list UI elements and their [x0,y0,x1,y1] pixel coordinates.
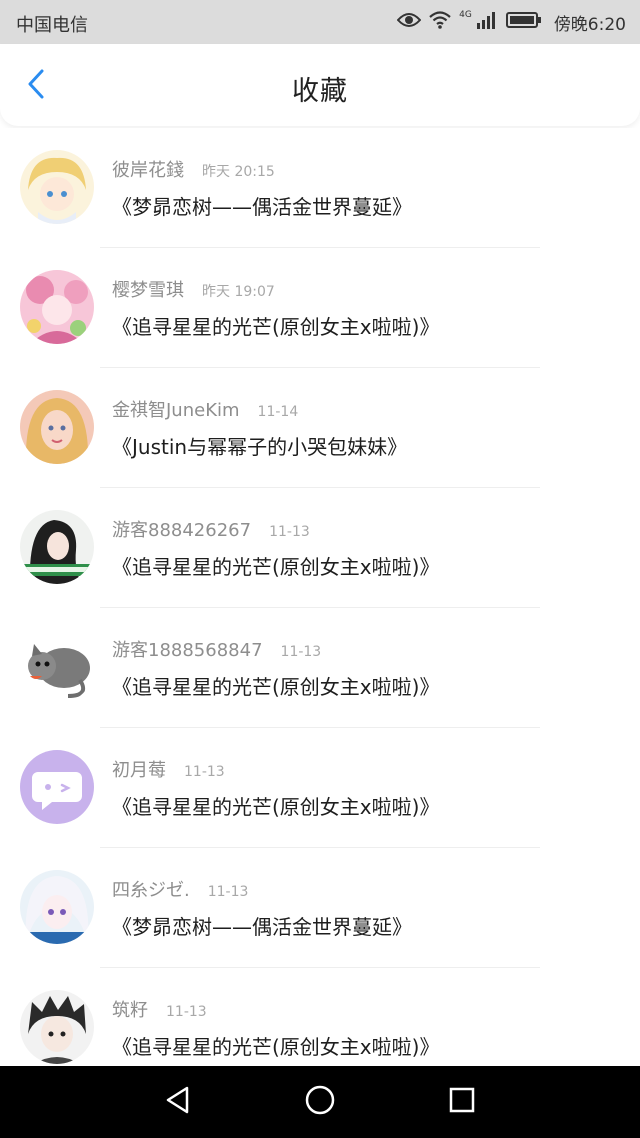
eye-icon [396,12,422,32]
user-name: 樱梦雪琪 [112,280,184,301]
user-name: 初月莓 [112,760,166,781]
navigation-bar [0,1066,640,1138]
item-meta: 筑籽 11-13 [112,996,207,1022]
item-meta: 四糸ジゼ. 11-13 [112,876,248,902]
item-meta: 游客888426267 11-13 [112,516,310,542]
list-item[interactable]: 彼岸花錢 昨天 20:15 《梦昴恋树——偶活金世界蔓延》 [0,128,640,248]
timestamp: 11-13 [207,884,249,900]
list-item[interactable]: 金祺智JuneKim 11-14 《Justin与幂幂子的小哭包妹妹》 [0,368,640,488]
wifi-icon [429,11,451,33]
timestamp: 昨天 20:15 [202,164,275,180]
list-item[interactable]: 筑籽 11-13 《追寻星星的光芒(原创女主x啦啦)》 [0,968,640,1066]
list-item[interactable]: 游客1888568847 11-13 《追寻星星的光芒(原创女主x啦啦)》 [0,608,640,728]
back-triangle-icon [163,1085,193,1119]
avatar [20,510,94,584]
signal-icon [476,11,498,33]
header: 收藏 [0,44,640,126]
user-name: 筑籽 [112,1000,148,1021]
recents-square-icon [448,1086,476,1118]
list-item[interactable]: 四糸ジゼ. 11-13 《梦昴恋树——偶活金世界蔓延》 [0,848,640,968]
avatar [20,750,94,824]
timestamp: 11-14 [257,404,299,420]
user-name: 游客888426267 [112,520,252,541]
nav-back-button[interactable] [158,1082,198,1122]
item-meta: 游客1888568847 11-13 [112,636,321,662]
item-meta: 金祺智JuneKim 11-14 [112,396,298,422]
list-item[interactable]: 游客888426267 11-13 《追寻星星的光芒(原创女主x啦啦)》 [0,488,640,608]
timestamp: 11-13 [166,1004,207,1020]
page-title: 收藏 [292,76,348,107]
timestamp: 昨天 19:07 [202,284,275,300]
book-title: 《追寻星星的光芒(原创女主x啦啦)》 [112,795,440,819]
user-name: 彼岸花錢 [112,160,184,181]
item-meta: 樱梦雪琪 昨天 19:07 [112,276,275,302]
item-meta: 彼岸花錢 昨天 20:15 [112,156,275,182]
book-title: 《梦昴恋树——偶活金世界蔓延》 [112,915,412,939]
item-meta: 初月莓 11-13 [112,756,225,782]
nav-home-button[interactable] [300,1082,340,1122]
status-icons: 4G 傍晚6:20 [396,8,626,36]
list-item[interactable]: 樱梦雪琪 昨天 19:07 《追寻星星的光芒(原创女主x啦啦)》 [0,248,640,368]
carrier-label: 中国电信 [16,15,88,36]
avatar [20,150,94,224]
avatar [20,270,94,344]
book-title: 《梦昴恋树——偶活金世界蔓延》 [112,195,412,219]
nav-recents-button[interactable] [442,1082,482,1122]
timestamp: 11-13 [269,524,310,540]
avatar [20,630,94,704]
avatar [20,870,94,944]
book-title: 《追寻星星的光芒(原创女主x啦啦)》 [112,1035,440,1059]
avatar [20,390,94,464]
network-type: 4G [459,10,472,20]
home-circle-icon [304,1084,336,1120]
book-title: 《追寻星星的光芒(原创女主x啦啦)》 [112,315,440,339]
book-title: 《追寻星星的光芒(原创女主x啦啦)》 [112,675,440,699]
timestamp: 11-13 [280,644,322,660]
battery-icon [505,11,542,33]
user-name: 游客1888568847 [112,640,263,661]
user-name: 金祺智JuneKim [112,400,240,421]
book-title: 《Justin与幂幂子的小哭包妹妹》 [112,435,408,459]
status-bar: 中国电信 4G 傍晚6:20 [0,0,640,44]
list-item[interactable]: 初月莓 11-13 《追寻星星的光芒(原创女主x啦啦)》 [0,728,640,848]
favorites-list: 彼岸花錢 昨天 20:15 《梦昴恋树——偶活金世界蔓延》 樱梦雪琪 昨天 19… [0,128,640,1066]
avatar [20,990,94,1064]
timestamp: 11-13 [184,764,225,780]
status-time: 傍晚6:20 [553,14,626,35]
book-title: 《追寻星星的光芒(原创女主x啦啦)》 [112,555,440,579]
user-name: 四糸ジゼ. [112,880,190,901]
